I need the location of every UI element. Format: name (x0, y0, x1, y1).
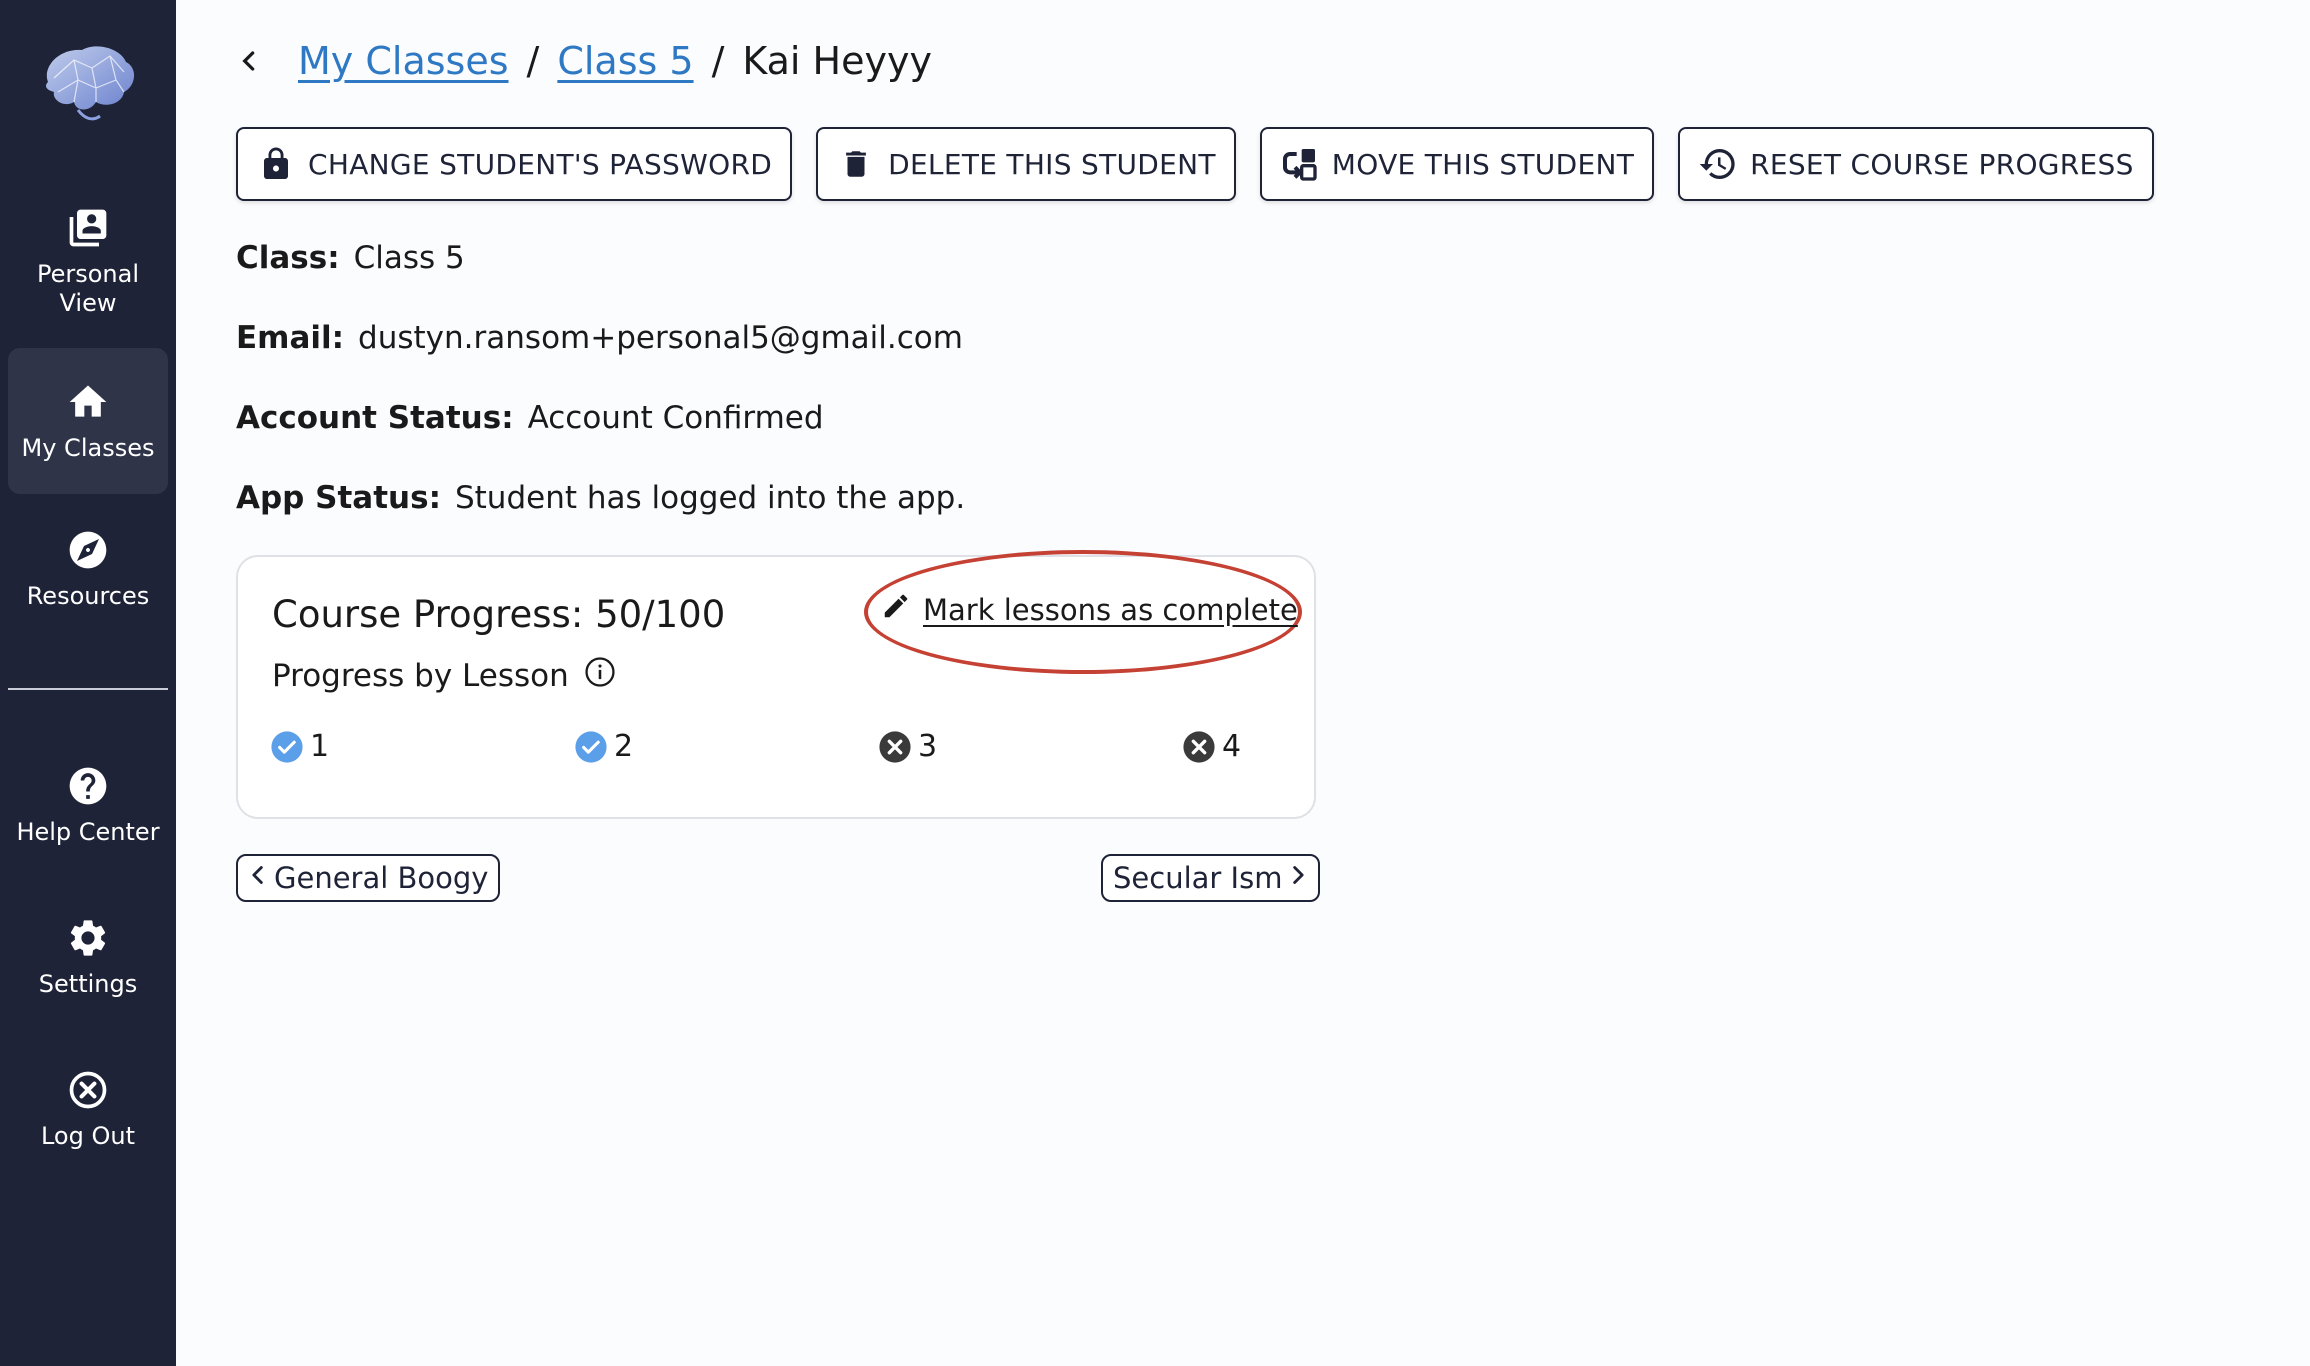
app-status-label: App Status: (236, 480, 441, 516)
sidebar-item-label: Settings (38, 970, 138, 998)
previous-student-button[interactable]: General Boogy (236, 854, 501, 902)
gear-icon (66, 916, 110, 960)
chevron-left-icon (248, 861, 268, 896)
x-circle-icon (1182, 730, 1216, 764)
change-password-button[interactable]: CHANGE STUDENT'S PASSWORD (236, 127, 793, 201)
check-circle-icon (574, 730, 608, 764)
email-info: Email: dustyn.ransom+personal5@gmail.com (236, 320, 963, 356)
move-student-button[interactable]: MOVE THIS STUDENT (1259, 127, 1655, 201)
sidebar-item-my-classes[interactable]: My Classes (8, 348, 168, 494)
trash-icon (836, 144, 876, 184)
email-label: Email: (236, 320, 345, 356)
sidebar-item-label: Help Center (16, 818, 160, 846)
pencil-icon (881, 591, 911, 628)
course-progress-title: Course Progress: 50/100 (272, 593, 726, 636)
progress-by-lesson-label: Progress by Lesson (272, 658, 569, 694)
lesson-number: 4 (1222, 729, 1242, 764)
lesson-number: 3 (918, 729, 938, 764)
account-status-value: Account Confirmed (527, 400, 824, 436)
account-status-info: Account Status: Account Confirmed (236, 400, 824, 436)
lesson-number: 1 (310, 729, 330, 764)
button-label: MOVE THIS STUDENT (1331, 147, 1635, 181)
button-label: RESET COURSE PROGRESS (1750, 147, 2134, 181)
mark-lessons-complete-link[interactable]: Mark lessons as complete (881, 591, 1298, 628)
lock-icon (256, 144, 296, 184)
breadcrumb-link-class[interactable]: Class 5 (557, 39, 693, 83)
chevron-left-icon[interactable] (236, 41, 276, 81)
class-label: Class: (236, 240, 340, 276)
breadcrumb-separator: / (711, 39, 725, 83)
sidebar-item-personal-view[interactable]: Personal View (8, 206, 168, 336)
chevron-right-icon (1288, 861, 1308, 896)
sidebar-item-label: View (59, 289, 117, 317)
breadcrumb-current-student: Kai Heyyy (742, 39, 932, 83)
lesson-number: 2 (614, 729, 634, 764)
delete-student-button[interactable]: DELETE THIS STUDENT (816, 127, 1236, 201)
person-book-icon (66, 206, 110, 250)
breadcrumb: My Classes / Class 5 / Kai Heyyy (236, 36, 932, 86)
account-status-label: Account Status: (236, 400, 514, 436)
app-status-info: App Status: Student has logged into the a… (236, 480, 965, 516)
main-content: My Classes / Class 5 / Kai Heyyy CHANGE … (236, 0, 2310, 1366)
previous-student-label: General Boogy (274, 861, 489, 895)
button-label: CHANGE STUDENT'S PASSWORD (308, 147, 773, 181)
info-icon[interactable] (583, 655, 617, 697)
breadcrumb-separator: / (526, 39, 540, 83)
sidebar-item-label: My Classes (21, 433, 155, 462)
sidebar: Personal View My Classes Resources Help … (0, 0, 176, 1366)
sidebar-item-label: Personal (36, 260, 140, 288)
history-icon (1698, 144, 1738, 184)
sidebar-item-log-out[interactable]: Log Out (8, 1068, 168, 1168)
button-label: DELETE THIS STUDENT (888, 147, 1216, 181)
lesson-status-1: 1 (270, 729, 329, 764)
breadcrumb-link-my-classes[interactable]: My Classes (298, 39, 509, 83)
check-circle-icon (270, 730, 304, 764)
sidebar-item-settings[interactable]: Settings (8, 916, 168, 1016)
app-status-value: Student has logged into the app. (454, 480, 966, 516)
compass-icon (66, 528, 110, 572)
email-value: dustyn.ransom+personal5@gmail.com (358, 320, 963, 356)
progress-by-lesson-heading: Progress by Lesson (272, 655, 617, 697)
close-circle-icon (66, 1068, 110, 1112)
mark-lessons-label: Mark lessons as complete (923, 592, 1298, 627)
course-progress-card: Course Progress: 50/100 Progress by Less… (236, 550, 1316, 819)
sidebar-item-resources[interactable]: Resources (8, 528, 168, 628)
next-student-label: Secular Ism (1113, 861, 1283, 895)
sidebar-item-label: Log Out (40, 1122, 135, 1150)
sidebar-divider (8, 688, 168, 690)
x-circle-icon (878, 730, 912, 764)
reset-progress-button[interactable]: RESET COURSE PROGRESS (1678, 127, 2154, 201)
next-student-button[interactable]: Secular Ism (1101, 854, 1321, 902)
lesson-status-3: 3 (878, 729, 937, 764)
sidebar-item-label: Resources (26, 582, 150, 610)
help-icon (66, 764, 110, 808)
sidebar-item-help-center[interactable]: Help Center (8, 764, 168, 864)
lesson-status-2: 2 (574, 729, 633, 764)
class-info: Class: Class 5 (236, 240, 465, 276)
action-toolbar: CHANGE STUDENT'S PASSWORD DELETE THIS ST… (236, 127, 2154, 201)
class-value: Class 5 (353, 240, 465, 276)
move-icon (1280, 144, 1320, 184)
brain-logo-icon[interactable] (34, 38, 142, 126)
lesson-status-4: 4 (1182, 729, 1241, 764)
home-icon (66, 380, 110, 424)
